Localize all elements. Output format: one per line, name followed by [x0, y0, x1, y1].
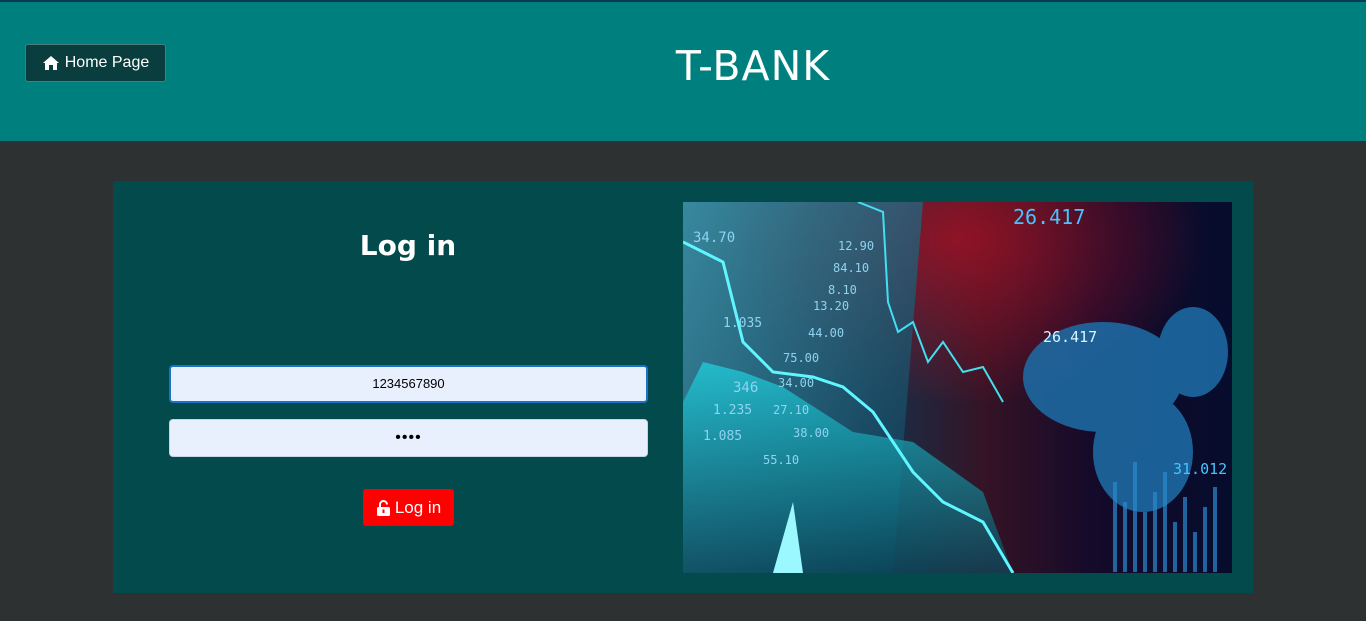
image-ticker-label: 38.00: [793, 426, 829, 440]
image-ticker-label: 1.035: [723, 316, 762, 331]
image-ticker-label: 84.10: [833, 261, 869, 275]
image-ticker-label: 8.10: [828, 283, 857, 297]
image-ticker-label: 1.085: [703, 429, 742, 444]
image-ticker-label: 13.20: [813, 299, 849, 313]
image-ticker-label: 12.90: [838, 239, 874, 253]
image-ticker-label: 31.012: [1173, 460, 1227, 478]
image-ticker-label: 26.417: [1013, 205, 1085, 229]
account-number-input[interactable]: 1234567890: [169, 365, 648, 403]
login-heading: Log in: [359, 229, 457, 262]
stock-market-image: 26.417 26.417 31.012 34.70 1.035 1.085 1.235 34…: [683, 202, 1232, 573]
image-ticker-label: 34.00: [778, 376, 814, 390]
password-value: ••••: [395, 429, 422, 446]
image-ticker-label: 55.10: [763, 453, 799, 467]
site-header: Home Page T-BANK: [0, 2, 1366, 141]
login-submit-button[interactable]: Log in: [363, 489, 454, 526]
image-ticker-label: 44.00: [808, 326, 844, 340]
image-ticker-label: 75.00: [783, 351, 819, 365]
image-ticker-label: 34.70: [693, 230, 735, 246]
image-ticker-label: 26.417: [1043, 328, 1097, 346]
password-input[interactable]: ••••: [169, 419, 648, 457]
unlock-icon: [376, 499, 390, 516]
image-ticker-label: 1.235: [713, 403, 752, 418]
login-submit-label: Log in: [394, 497, 442, 517]
image-ticker-label: 346: [733, 380, 758, 396]
login-panel: Log in 1234567890 •••• Log in 26.417 26.…: [113, 181, 1253, 593]
brand-title: T-BANK: [675, 42, 831, 90]
image-ticker-label: 27.10: [773, 403, 809, 417]
account-number-value: 1234567890: [372, 376, 445, 391]
